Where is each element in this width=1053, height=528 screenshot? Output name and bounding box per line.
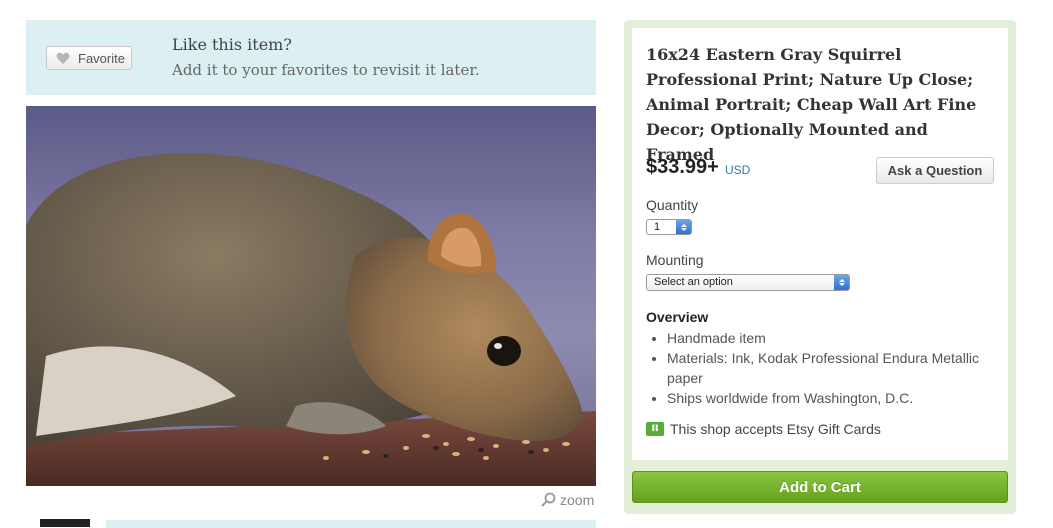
favorite-button-label: Favorite: [78, 50, 125, 66]
listing-title: 16x24 Eastern Gray Squirrel Professional…: [646, 45, 977, 164]
add-to-cart-button[interactable]: Add to Cart: [632, 471, 1008, 503]
favorite-banner-subtitle: Add it to your favorites to revisit it l…: [172, 61, 480, 79]
ask-question-button[interactable]: Ask a Question: [876, 157, 994, 184]
gift-cards-text: This shop accepts Etsy Gift Cards: [670, 421, 881, 437]
magnifier-icon: [541, 492, 556, 507]
quantity-label: Quantity: [646, 197, 699, 213]
zoom-link[interactable]: zoom: [540, 492, 594, 508]
squirrel-photo: [26, 153, 596, 486]
quantity-select[interactable]: 1: [646, 219, 692, 235]
favorite-banner-title: Like this item?: [172, 35, 292, 54]
currency-code[interactable]: USD: [725, 163, 750, 177]
gift-card-icon: [646, 422, 664, 436]
thumbnail[interactable]: [40, 519, 90, 527]
listing-price: $33.99+: [646, 156, 719, 178]
gift-cards-note: This shop accepts Etsy Gift Cards: [646, 421, 881, 437]
mounting-label: Mounting: [646, 252, 704, 268]
heart-icon: [56, 52, 70, 65]
zoom-label: zoom: [560, 492, 595, 508]
favorite-banner: Favorite Like this item? Add it to your …: [26, 20, 596, 95]
overview-item: Handmade item: [646, 328, 996, 348]
overview-item: Materials: Ink, Kodak Professional Endur…: [646, 348, 996, 388]
favorite-button[interactable]: Favorite: [46, 46, 132, 70]
overview-list: Handmade item Materials: Ink, Kodak Prof…: [646, 328, 996, 408]
select-arrows-icon: [676, 220, 691, 234]
overview-item: Ships worldwide from Washington, D.C.: [646, 388, 996, 408]
product-image[interactable]: [26, 106, 596, 486]
overview-heading: Overview: [646, 309, 709, 325]
mounting-select[interactable]: Select an option: [646, 274, 850, 291]
mounting-value: Select an option: [654, 276, 733, 288]
select-arrows-icon: [834, 275, 849, 290]
shop-banner: [106, 520, 596, 528]
quantity-value: 1: [654, 221, 661, 233]
